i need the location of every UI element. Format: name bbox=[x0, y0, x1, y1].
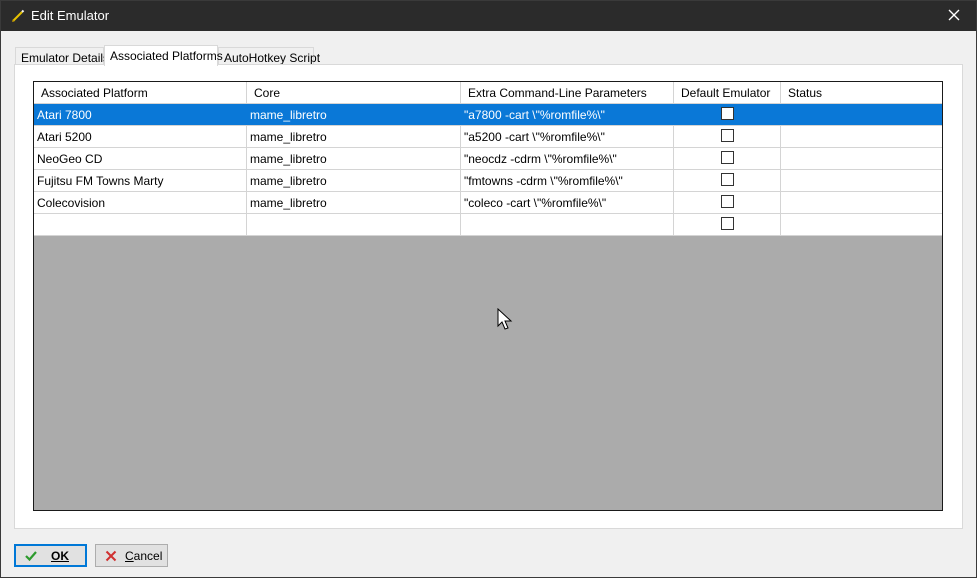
close-icon bbox=[948, 9, 960, 24]
grid-rows: Atari 7800 mame_libretro "a7800 -cart \"… bbox=[34, 104, 942, 236]
column-header-default-emulator[interactable]: Default Emulator bbox=[674, 82, 781, 104]
default-emulator-checkbox[interactable] bbox=[720, 129, 734, 142]
core-cell[interactable]: mame_libretro bbox=[247, 170, 461, 191]
default-emulator-cell bbox=[674, 148, 781, 169]
grid-header: Associated Platform Core Extra Command-L… bbox=[34, 82, 942, 104]
core-cell[interactable]: mame_libretro bbox=[247, 148, 461, 169]
tab-strip: Emulator Details Associated Platforms Au… bbox=[15, 45, 965, 66]
params-cell[interactable] bbox=[461, 214, 674, 235]
default-emulator-cell bbox=[674, 214, 781, 235]
status-cell bbox=[781, 192, 942, 213]
default-emulator-cell bbox=[674, 170, 781, 191]
platform-cell[interactable]: Fujitsu FM Towns Marty bbox=[34, 170, 247, 191]
default-emulator-checkbox[interactable] bbox=[720, 151, 734, 164]
mouse-pointer-icon bbox=[497, 307, 513, 332]
title-bar[interactable]: Edit Emulator bbox=[1, 1, 976, 31]
core-cell[interactable]: mame_libretro bbox=[247, 126, 461, 147]
column-header-extra-parameters[interactable]: Extra Command-Line Parameters bbox=[461, 82, 674, 104]
x-icon bbox=[105, 550, 117, 562]
platform-cell[interactable]: NeoGeo CD bbox=[34, 148, 247, 169]
cancel-label: Cancel bbox=[125, 548, 163, 563]
default-emulator-cell bbox=[674, 126, 781, 147]
status-cell bbox=[781, 214, 942, 235]
column-header-associated-platform[interactable]: Associated Platform bbox=[34, 82, 247, 104]
status-cell bbox=[781, 148, 942, 169]
cancel-button[interactable]: Cancel bbox=[95, 544, 168, 567]
new-entry-row[interactable] bbox=[34, 214, 942, 236]
close-button[interactable] bbox=[932, 1, 976, 31]
status-cell bbox=[781, 170, 942, 191]
table-row[interactable]: Atari 7800 mame_libretro "a7800 -cart \"… bbox=[34, 104, 942, 126]
table-row[interactable]: NeoGeo CD mame_libretro "neocdz -cdrm \"… bbox=[34, 148, 942, 170]
platform-cell[interactable]: Atari 7800 bbox=[34, 104, 247, 125]
default-emulator-checkbox[interactable] bbox=[720, 107, 734, 120]
params-cell[interactable]: "fmtowns -cdrm \"%romfile%\" bbox=[461, 170, 674, 191]
column-header-status[interactable]: Status bbox=[781, 82, 942, 104]
default-emulator-cell bbox=[674, 104, 781, 125]
params-cell[interactable]: "coleco -cart \"%romfile%\" bbox=[461, 192, 674, 213]
pencil-icon bbox=[10, 8, 26, 24]
params-cell[interactable]: "neocdz -cdrm \"%romfile%\" bbox=[461, 148, 674, 169]
table-row[interactable]: Atari 5200 mame_libretro "a5200 -cart \"… bbox=[34, 126, 942, 148]
status-cell bbox=[781, 104, 942, 125]
platforms-grid[interactable]: Associated Platform Core Extra Command-L… bbox=[33, 81, 943, 511]
table-row[interactable]: Colecovision mame_libretro "coleco -cart… bbox=[34, 192, 942, 214]
ok-button[interactable]: OK bbox=[14, 544, 87, 567]
core-cell[interactable] bbox=[247, 214, 461, 235]
edit-emulator-window: Edit Emulator Emulator Details Associate… bbox=[0, 0, 977, 578]
default-emulator-cell bbox=[674, 192, 781, 213]
platform-cell[interactable] bbox=[34, 214, 247, 235]
default-emulator-checkbox[interactable] bbox=[720, 195, 734, 208]
column-header-core[interactable]: Core bbox=[247, 82, 461, 104]
default-emulator-checkbox[interactable] bbox=[720, 217, 734, 230]
window-title: Edit Emulator bbox=[31, 8, 110, 23]
core-cell[interactable]: mame_libretro bbox=[247, 104, 461, 125]
params-cell[interactable]: "a5200 -cart \"%romfile%\" bbox=[461, 126, 674, 147]
table-row[interactable]: Fujitsu FM Towns Marty mame_libretro "fm… bbox=[34, 170, 942, 192]
status-cell bbox=[781, 126, 942, 147]
checkmark-icon bbox=[25, 550, 37, 562]
ok-label: OK bbox=[51, 548, 69, 563]
core-cell[interactable]: mame_libretro bbox=[247, 192, 461, 213]
platform-cell[interactable]: Atari 5200 bbox=[34, 126, 247, 147]
tab-associated-platforms[interactable]: Associated Platforms bbox=[104, 45, 223, 66]
params-cell[interactable]: "a7800 -cart \"%romfile%\" bbox=[461, 104, 674, 125]
platform-cell[interactable]: Colecovision bbox=[34, 192, 247, 213]
default-emulator-checkbox[interactable] bbox=[720, 173, 734, 186]
